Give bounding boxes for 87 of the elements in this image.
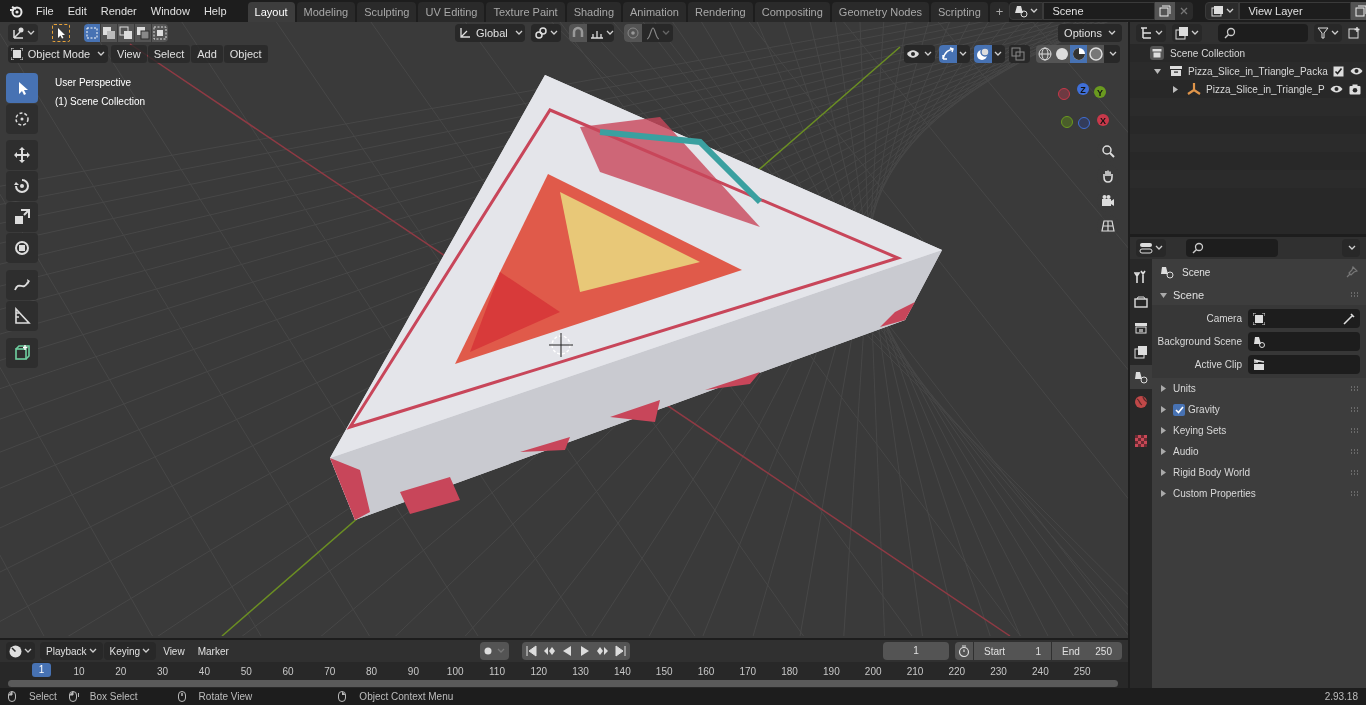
current-frame-field[interactable]: 1 [883, 642, 949, 660]
frame-number: 230 [989, 665, 1008, 679]
frame-number: 160 [696, 665, 716, 679]
timeline-menu[interactable]: Marker [191, 642, 235, 660]
panel-title[interactable]: Audio [1173, 444, 1199, 459]
field-value: 250 [1095, 644, 1112, 659]
viewport-menu[interactable]: Add [191, 45, 223, 63]
workspace-tab[interactable]: UV Editing [418, 2, 485, 22]
axis-handle[interactable]: Y [1094, 86, 1106, 98]
status-hint: Object Context Menu [359, 690, 454, 704]
context-label: Scene [1182, 265, 1211, 280]
frame-number: 190 [822, 665, 841, 679]
frame-number: 90 [406, 665, 420, 679]
viewport-menu[interactable]: Select [147, 45, 191, 63]
field-label: Camera [1205, 312, 1243, 326]
menu-item[interactable]: Help [196, 1, 234, 21]
playhead-frame[interactable]: 1 [32, 663, 51, 677]
field-label: Active Clip [1193, 358, 1243, 372]
status-hint: Box Select [89, 690, 138, 704]
frame-number: 40 [197, 665, 211, 679]
frame-number: 110 [488, 665, 506, 679]
collection-label: (1) Scene Collection [55, 95, 146, 109]
workspace-tab[interactable]: Geometry Nodes [831, 2, 929, 22]
viewport-menu[interactable]: Object [223, 45, 268, 63]
panel-title[interactable]: Scene [1173, 286, 1205, 304]
options-dropdown[interactable]: Options [1058, 24, 1122, 42]
add-workspace-button[interactable]: + [989, 2, 1010, 22]
frame-number: 70 [323, 665, 337, 679]
workspace-tab[interactable]: Scripting [931, 2, 988, 22]
outliner-item-label[interactable]: Scene Collection [1170, 45, 1246, 61]
menu-item[interactable]: Render [93, 1, 144, 21]
status-hint: Select [29, 690, 57, 704]
workspace-tab[interactable]: Animation [623, 2, 686, 22]
panel-title[interactable]: Keying Sets [1173, 423, 1227, 438]
view-name-label: User Perspective [55, 76, 133, 90]
field-label: Background Scene [1156, 335, 1243, 349]
field-value: 1 [1035, 644, 1041, 659]
menu-item[interactable]: Window [143, 1, 197, 21]
workspace-tab[interactable]: Compositing [754, 2, 830, 22]
menu-item[interactable]: Edit [60, 1, 94, 21]
frame-number: 200 [863, 665, 883, 679]
frame-number: 150 [654, 665, 674, 679]
orientation-dropdown[interactable]: Global [455, 24, 525, 42]
start-frame-field[interactable]: Start 1 [974, 642, 1051, 660]
workspace-tab[interactable]: Rendering [687, 2, 753, 22]
panel-title[interactable]: Rigid Body World [1173, 465, 1251, 480]
panel-title[interactable]: Gravity [1188, 402, 1220, 417]
timeline-dropdown[interactable]: Playback [40, 642, 103, 660]
frame-number: 60 [281, 665, 295, 679]
timeline-menu[interactable]: View [157, 642, 191, 660]
panel-title[interactable]: Units [1173, 381, 1196, 396]
object-mode-dropdown[interactable]: Object Mode [8, 45, 108, 63]
frame-number: 10 [72, 665, 86, 679]
frame-number: 20 [114, 665, 128, 679]
axis-handle[interactable]: X [1097, 114, 1109, 126]
end-frame-field[interactable]: End 250 [1052, 642, 1122, 660]
outliner-item-label[interactable]: Pizza_Slice_in_Triangle_Packa [1188, 63, 1328, 79]
viewport-menu[interactable]: View [111, 45, 147, 63]
frame-number: 130 [571, 665, 590, 679]
timeline-dropdown[interactable]: Keying [103, 642, 157, 660]
view-layer-field[interactable]: View Layer [1239, 2, 1352, 20]
frame-number: 30 [156, 665, 170, 679]
outliner-item-label[interactable]: Pizza_Slice_in_Triangle_P [1206, 81, 1325, 97]
panel-title[interactable]: Custom Properties [1173, 486, 1256, 501]
frame-number: 220 [947, 665, 967, 679]
field-label: End [1062, 644, 1080, 659]
workspace-tab[interactable]: Modeling [296, 2, 356, 22]
frame-number: 250 [1072, 665, 1092, 679]
frame-number: 140 [613, 665, 632, 679]
axis-handle[interactable]: Z [1077, 83, 1089, 95]
status-hint: Rotate View [198, 690, 253, 704]
frame-number: 170 [738, 665, 758, 679]
frame-number: 210 [905, 665, 925, 679]
workspace-tab[interactable]: Sculpting [357, 2, 417, 22]
field-label: Start [984, 644, 1006, 659]
frame-number: 180 [780, 665, 799, 679]
workspace-tab[interactable]: Texture Paint [486, 2, 565, 22]
frame-number: 50 [239, 665, 253, 679]
frame-number: 100 [445, 665, 465, 679]
scene-field[interactable]: Scene [1043, 2, 1156, 20]
frame-number: 120 [529, 665, 549, 679]
workspace-tab[interactable]: Layout [247, 2, 295, 22]
frame-number: 240 [1031, 665, 1050, 679]
workspace-tab[interactable]: Shading [566, 2, 622, 22]
menu-item[interactable]: File [29, 1, 61, 21]
frame-number: 80 [365, 665, 379, 679]
version-label: 2.93.18 [1324, 690, 1358, 704]
